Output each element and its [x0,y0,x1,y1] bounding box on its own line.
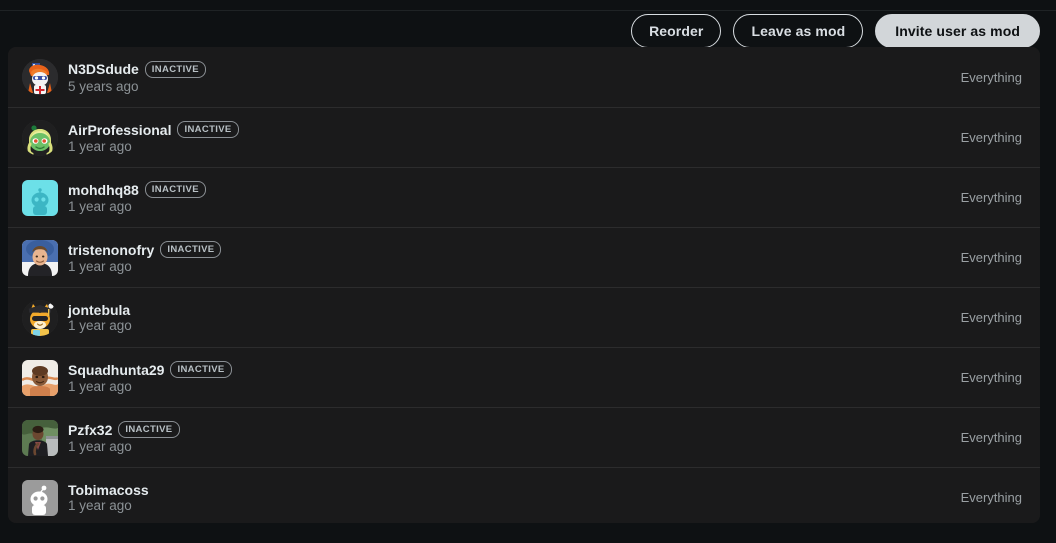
invite-user-as-mod-button[interactable]: Invite user as mod [875,14,1040,48]
moderator-row[interactable]: AirProfessional INACTIVE 1 year ago Everyth… [8,107,1040,167]
moderator-row[interactable]: Squadhunta29 INACTIVE 1 year ago Everything [8,347,1040,407]
moderator-permissions[interactable]: Everything [961,310,1028,325]
moderator-row[interactable]: jontebula 1 year ago Everything [8,287,1040,347]
moderator-info: Tobimacoss 1 year ago [68,483,149,513]
moderator-permissions[interactable]: Everything [961,430,1028,445]
moderator-username[interactable]: mohdhq88 [68,183,139,197]
status-badge: INACTIVE [118,421,180,439]
moderator-info: mohdhq88 INACTIVE 1 year ago [68,181,206,214]
moderator-name-line: jontebula [68,303,132,317]
moderator-username[interactable]: jontebula [68,303,130,317]
moderator-name-line: mohdhq88 INACTIVE [68,181,206,199]
moderator-name-line: AirProfessional INACTIVE [68,121,239,139]
moderator-timeago: 1 year ago [68,439,132,455]
moderator-info: tristenonofry INACTIVE 1 year ago [68,241,222,275]
avatar-tristenonofry [22,239,58,276]
moderator-row[interactable]: tristenonofry INACTIVE 1 year ago Everythin… [8,227,1040,287]
moderator-username[interactable]: tristenonofry [68,243,154,257]
moderator-timeago: 1 year ago [68,497,132,513]
moderator-timeago: 5 years ago [68,78,139,94]
moderator-name-line: Tobimacoss [68,483,149,497]
moderator-row[interactable]: Tobimacoss 1 year ago Everything [8,467,1040,523]
moderator-timeago: 1 year ago [68,317,132,333]
moderator-info: Squadhunta29 INACTIVE 1 year ago [68,361,232,394]
moderator-permissions[interactable]: Everything [961,70,1028,85]
moderator-permissions[interactable]: Everything [961,370,1028,385]
moderator-info: AirProfessional INACTIVE 1 year ago [68,121,239,154]
reorder-button[interactable]: Reorder [631,14,722,48]
status-badge: INACTIVE [170,361,232,379]
moderator-timeago: 1 year ago [68,199,132,215]
moderator-permissions[interactable]: Everything [961,250,1028,265]
moderator-timeago: 1 year ago [68,139,132,155]
moderator-permissions[interactable]: Everything [961,130,1028,145]
moderator-permissions[interactable]: Everything [961,190,1028,205]
status-badge: INACTIVE [144,60,206,78]
moderator-permissions[interactable]: Everything [961,490,1028,505]
avatar-n3dsdude [22,59,58,95]
moderator-row[interactable]: mohdhq88 INACTIVE 1 year ago Everything [8,167,1040,227]
moderator-row[interactable]: Pzfx32 INACTIVE 1 year ago Everything [8,407,1040,467]
moderator-info: Pzfx32 INACTIVE 1 year ago [68,421,180,454]
moderator-username[interactable]: N3DSdude [68,62,139,76]
status-badge: INACTIVE [144,181,206,199]
moderator-username[interactable]: AirProfessional [68,123,171,137]
avatar-mohdhq88 [22,179,58,216]
avatar-airprofessional [22,119,58,156]
moderator-name-line: Squadhunta29 INACTIVE [68,361,232,379]
moderator-row[interactable]: N3DSdude INACTIVE 5 years ago Everything [8,47,1040,107]
leave-as-mod-button[interactable]: Leave as mod [733,14,864,48]
moderator-timeago: 1 year ago [68,379,132,395]
moderator-info: jontebula 1 year ago [68,303,132,333]
moderator-name-line: N3DSdude INACTIVE [68,60,206,78]
moderator-management-page: Reorder Leave as mod Invite user as mod … [0,0,1056,543]
moderator-name-line: tristenonofry INACTIVE [68,241,222,259]
moderator-username[interactable]: Pzfx32 [68,423,112,437]
moderator-info: N3DSdude INACTIVE 5 years ago [68,60,206,94]
moderator-toolbar: Reorder Leave as mod Invite user as mod [0,11,1056,51]
status-badge: INACTIVE [177,121,239,139]
avatar-pzfx32 [22,419,58,456]
status-badge: INACTIVE [160,241,222,259]
moderator-username[interactable]: Tobimacoss [68,483,149,497]
moderator-username[interactable]: Squadhunta29 [68,363,164,377]
avatar-jontebula [22,299,58,336]
avatar-tobimacoss [22,479,58,516]
moderator-name-line: Pzfx32 INACTIVE [68,421,180,439]
moderator-list: N3DSdude INACTIVE 5 years ago Everything Ai… [8,47,1040,523]
avatar-squadhunta29 [22,359,58,396]
moderator-timeago: 1 year ago [68,259,132,275]
